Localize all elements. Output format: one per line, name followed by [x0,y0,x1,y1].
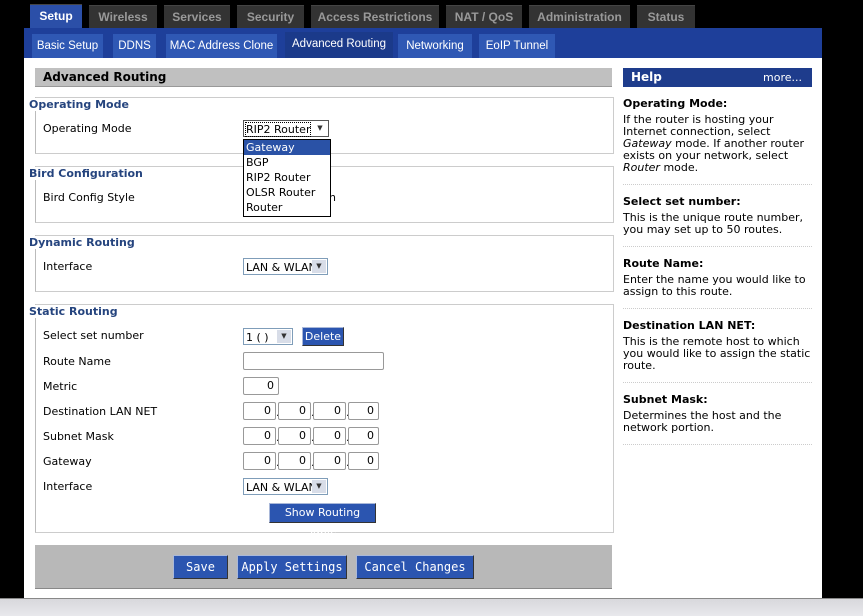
set-number-select[interactable]: 1 ( ) ▼ [243,328,293,345]
apply-settings-button[interactable]: Apply Settings [237,555,347,579]
help-text: If the router is hosting your Internet c… [623,113,774,138]
mask-octet-2[interactable]: 0 [278,427,311,445]
operating-mode-label: Operating Mode [43,122,132,135]
dynamic-routing-legend: Dynamic Routing [29,236,135,249]
help-panel: Operating Mode: If the router is hosting… [623,97,813,445]
operating-mode-select[interactable]: RIP2 Router ▼ [243,120,329,137]
subtab-ddns[interactable]: DDNS [113,34,156,58]
destination-lan-net-label: Destination LAN NET [43,405,158,418]
operating-mode-value: RIP2 Router [244,122,312,137]
dest-octet-3[interactable]: 0 [313,402,346,420]
gw-octet-1[interactable]: 0 [243,452,276,470]
help-more-link[interactable]: more... [763,68,802,87]
gw-octet-3[interactable]: 0 [313,452,346,470]
help-item-title: Select set number: [623,195,741,208]
separator [623,434,812,445]
section-title: Advanced Routing [35,68,612,87]
bird-legend: Bird Configuration [29,167,143,180]
subtab-basic-setup[interactable]: Basic Setup [32,34,103,58]
bottom-bar [0,598,863,616]
option-olsr-router[interactable]: OLSR Router [244,185,330,200]
metric-label: Metric [43,380,78,393]
help-item-text: This is the remote host to which you wou… [623,335,811,372]
subtab-advanced-routing[interactable]: Advanced Routing [285,32,393,58]
show-routing-table-button[interactable]: Show Routing Table [269,503,376,537]
static-interface-select[interactable]: LAN & WLAN ▼ [243,478,328,495]
separator [623,372,812,383]
tab-nat-qos[interactable]: NAT / QoS [446,5,522,29]
gw-octet-4[interactable]: 0 [348,452,379,470]
save-button[interactable]: Save [173,555,228,579]
set-number-value: 1 ( ) [246,331,269,344]
tab-services[interactable]: Services [164,5,230,29]
help-item-text: Enter the name you would like to assign … [623,273,806,298]
cancel-changes-button[interactable]: Cancel Changes [356,555,474,579]
dest-octet-2[interactable]: 0 [278,402,311,420]
option-rip2-router[interactable]: RIP2 Router [244,170,330,185]
chevron-down-icon: ▼ [277,330,291,343]
help-item-title: Destination LAN NET: [623,319,756,332]
help-item-text: Determines the host and the network port… [623,409,782,434]
bird-config-style-label: Bird Config Style [43,191,135,204]
route-name-label: Route Name [43,355,111,368]
mask-octet-3[interactable]: 0 [313,427,346,445]
tab-wireless[interactable]: Wireless [89,5,157,29]
dynamic-interface-value: LAN & WLAN [246,261,317,274]
subnet-mask-label: Subnet Mask [43,430,114,443]
separator [623,298,812,309]
tab-administration[interactable]: Administration [529,5,630,29]
tab-status[interactable]: Status [637,5,695,29]
option-router[interactable]: Router [244,200,330,215]
help-item-title: Operating Mode: [623,97,728,110]
static-interface-label: Interface [43,480,93,493]
chevron-down-icon: ▼ [313,122,327,135]
help-title: Help [631,70,662,84]
operating-mode-dropdown: Gateway BGP RIP2 Router OLSR Router Rout… [243,139,331,217]
chevron-down-icon: ▼ [312,260,326,273]
metric-input[interactable]: 0 [243,377,279,395]
help-text: mode. [659,161,699,174]
chevron-down-icon: ▼ [312,480,326,493]
tab-setup[interactable]: Setup [30,4,82,29]
option-bgp[interactable]: BGP [244,155,330,170]
help-item-text: If the router is hosting your Internet c… [623,114,813,174]
set-number-label: Select set number [43,329,144,342]
static-routing-legend: Static Routing [29,305,118,318]
delete-button[interactable]: Delete [302,327,344,346]
help-header: Help more... [623,68,812,87]
separator [623,236,812,247]
static-interface-value: LAN & WLAN [246,481,317,494]
separator [623,174,812,185]
mask-octet-1[interactable]: 0 [243,427,276,445]
subtab-networking[interactable]: Networking [398,34,472,58]
dest-octet-1[interactable]: 0 [243,402,276,420]
help-item-text: This is the unique route number, you may… [623,211,804,236]
tab-access-restrictions[interactable]: Access Restrictions [311,5,439,29]
gateway-label: Gateway [43,455,92,468]
subtab-eoip-tunnel[interactable]: EoIP Tunnel [479,34,555,58]
help-em: Router [623,161,660,174]
dynamic-interface-select[interactable]: LAN & WLAN ▼ [243,258,328,275]
dynamic-interface-label: Interface [43,260,93,273]
dest-octet-4[interactable]: 0 [348,402,379,420]
help-item-title: Subnet Mask: [623,393,708,406]
tab-security[interactable]: Security [237,5,304,29]
help-item-title: Route Name: [623,257,704,270]
subtab-mac-address-clone[interactable]: MAC Address Clone [166,34,277,58]
option-gateway[interactable]: Gateway [244,140,330,155]
operating-mode-legend: Operating Mode [29,98,129,111]
route-name-input[interactable] [243,352,384,370]
gw-octet-2[interactable]: 0 [278,452,311,470]
mask-octet-4[interactable]: 0 [348,427,379,445]
